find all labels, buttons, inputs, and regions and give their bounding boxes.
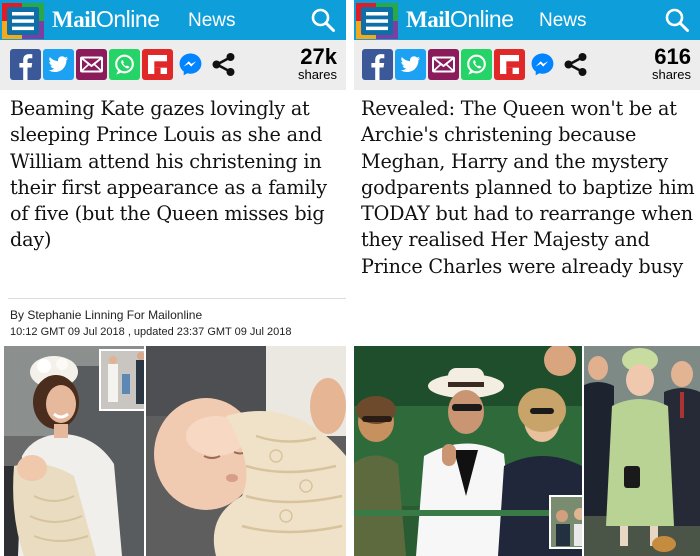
flipboard-share-button[interactable]	[142, 49, 173, 80]
queen-photo-drawing	[584, 346, 700, 556]
hamburger-menu-icon[interactable]	[2, 3, 44, 39]
search-icon[interactable]	[664, 7, 690, 33]
share-count: 616 shares	[652, 46, 691, 82]
whatsapp-share-button[interactable]	[109, 49, 140, 80]
panel-divider	[346, 0, 354, 556]
share-count-number: 27k	[300, 44, 337, 69]
share-count: 27k shares	[298, 46, 337, 82]
twitter-icon	[400, 56, 420, 72]
whatsapp-icon	[467, 54, 486, 75]
email-share-button[interactable]	[76, 49, 107, 80]
search-icon[interactable]	[310, 7, 336, 33]
flipboard-share-button[interactable]	[494, 49, 525, 80]
header-bar: MailOnline News	[0, 0, 346, 40]
share-button[interactable]	[208, 49, 239, 80]
article-headline[interactable]: Revealed: The Queen won't be at Archie's…	[361, 96, 700, 280]
twitter-share-button[interactable]	[43, 49, 74, 80]
hamburger-menu-icon[interactable]	[356, 3, 398, 39]
facebook-icon	[371, 54, 385, 80]
email-icon	[80, 56, 103, 73]
baby-photo-drawing	[146, 346, 346, 556]
share-count-label: shares	[651, 67, 691, 82]
article-headline[interactable]: Beaming Kate gazes lovingly at sleeping …	[10, 96, 344, 254]
whatsapp-share-button[interactable]	[461, 49, 492, 80]
facebook-share-button[interactable]	[10, 49, 41, 80]
logo-mail-text: Mail	[52, 7, 97, 32]
logo-online-text: Online	[450, 6, 514, 32]
author-byline[interactable]: By Stephanie Linning For Mailonline	[10, 308, 202, 323]
queen-photo[interactable]	[584, 346, 700, 556]
mailonline-logo[interactable]: MailOnline	[406, 4, 514, 35]
wimbledon-photo-drawing	[354, 346, 582, 556]
flipboard-icon	[500, 55, 519, 74]
whatsapp-icon	[115, 54, 134, 75]
facebook-icon	[19, 54, 33, 80]
section-label[interactable]: News	[188, 9, 236, 33]
share-icon	[212, 53, 235, 76]
left-article-screenshot: MailOnline News 27k shares Beaming Kate …	[0, 0, 346, 556]
twitter-share-button[interactable]	[395, 49, 426, 80]
email-icon	[432, 56, 455, 73]
article-dateline: 10:12 GMT 09 Jul 2018 , updated 23:37 GM…	[10, 326, 292, 338]
share-icon	[564, 53, 587, 76]
mailonline-logo[interactable]: MailOnline	[52, 4, 160, 35]
messenger-share-button[interactable]	[527, 49, 558, 80]
share-count-number: 616	[654, 44, 691, 69]
right-article-screenshot: MailOnline News 616 shares Revealed: The…	[354, 0, 700, 556]
meghan-wimbledon-photo[interactable]	[354, 346, 582, 556]
logo-mail-text: Mail	[406, 7, 451, 32]
messenger-share-button[interactable]	[175, 49, 206, 80]
sleeping-prince-louis-photo[interactable]	[146, 346, 346, 556]
kate-photo-drawing	[4, 346, 144, 556]
share-bar: 27k shares	[0, 40, 346, 90]
header-bar: MailOnline News	[354, 0, 700, 40]
share-bar: 616 shares	[354, 40, 700, 90]
flipboard-icon	[148, 55, 167, 74]
share-button[interactable]	[560, 49, 591, 80]
messenger-icon	[179, 53, 202, 76]
byline-divider	[8, 298, 346, 299]
email-share-button[interactable]	[428, 49, 459, 80]
facebook-share-button[interactable]	[362, 49, 393, 80]
logo-online-text: Online	[96, 6, 160, 32]
section-label[interactable]: News	[539, 9, 587, 33]
kate-holding-louis-photo[interactable]	[4, 346, 144, 556]
share-count-label: shares	[297, 67, 337, 82]
messenger-icon	[531, 53, 554, 76]
twitter-icon	[48, 56, 68, 72]
